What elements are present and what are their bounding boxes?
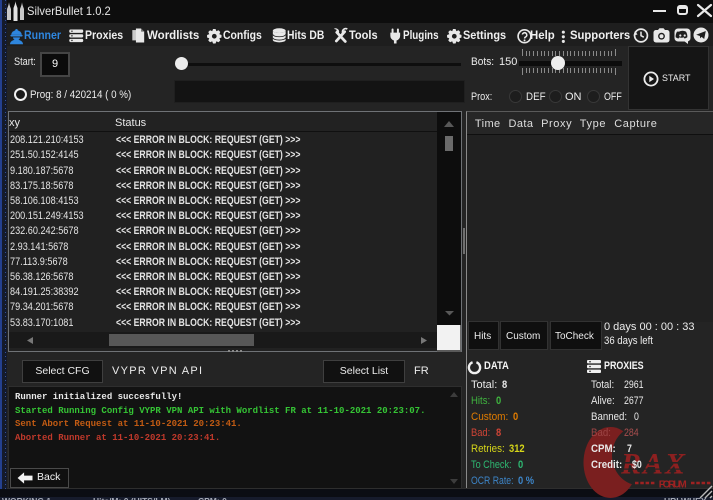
svg-text:FORUM: FORUM — [659, 480, 687, 491]
